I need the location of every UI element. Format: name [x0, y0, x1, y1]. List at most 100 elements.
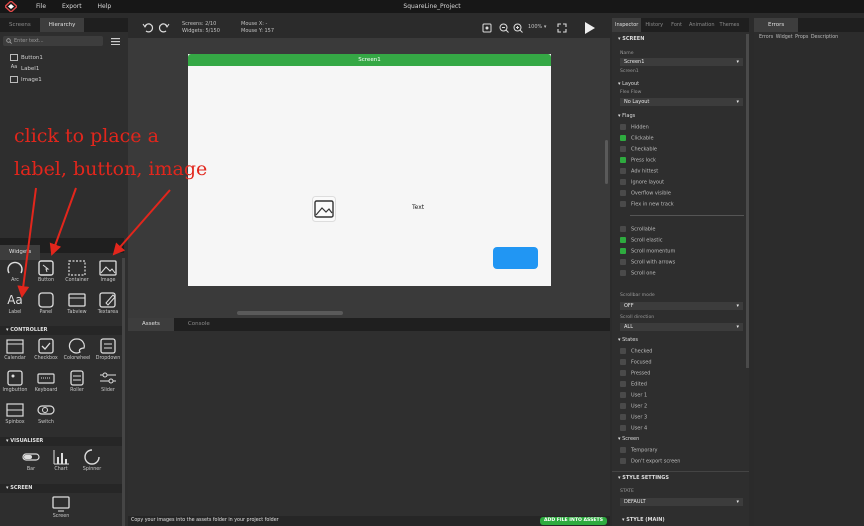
section-controller[interactable]: ▾ CONTROLLER: [0, 326, 124, 335]
zoom-dropdown[interactable]: 100% ▾: [528, 24, 546, 30]
hierarchy-search-input[interactable]: Enter text...: [3, 36, 103, 46]
checkbox-state[interactable]: [620, 381, 626, 387]
flag-ignore-layout[interactable]: Ignore layout: [620, 179, 664, 186]
widget-bar[interactable]: Bar: [16, 449, 46, 477]
style-settings-head[interactable]: ▾ STYLE SETTINGS: [618, 475, 669, 481]
checkbox-state[interactable]: [620, 414, 626, 420]
state-focused[interactable]: Focused: [620, 359, 652, 366]
widget-keyboard[interactable]: Keyboard: [31, 370, 61, 398]
state-user3[interactable]: User 3: [620, 414, 647, 421]
canvas-v-scrollbar[interactable]: [605, 140, 608, 184]
widget-checkbox[interactable]: Checkbox: [31, 338, 61, 366]
tab-history[interactable]: History: [641, 18, 667, 32]
tab-errors[interactable]: Errors: [754, 18, 799, 32]
state-select[interactable]: DEFAULT: [620, 498, 743, 506]
redo-icon[interactable]: [158, 22, 170, 33]
widget-spinbox[interactable]: Spinbox: [0, 402, 30, 430]
widget-slider[interactable]: Slider: [93, 370, 123, 398]
fit-screen-icon[interactable]: [557, 23, 567, 33]
section-screen[interactable]: ▾ SCREEN: [0, 484, 124, 493]
checkbox-ignore-layout[interactable]: [620, 179, 626, 185]
flags-head[interactable]: ▾ Flags: [618, 113, 635, 119]
tab-widgets[interactable]: Widgets: [0, 245, 41, 260]
flex-flow-select[interactable]: No Layout: [620, 98, 743, 106]
tab-console[interactable]: Console: [174, 318, 224, 331]
canvas-label-widget[interactable]: Text: [412, 204, 424, 211]
zoom-in-icon[interactable]: [513, 23, 523, 33]
checkbox-temporary[interactable]: [620, 447, 626, 453]
widget-arc[interactable]: Arc: [0, 260, 30, 288]
widget-switch[interactable]: Switch: [31, 402, 61, 430]
checkbox-scroll-arrows[interactable]: [620, 259, 626, 265]
flag-scroll-one[interactable]: Scroll one: [620, 270, 656, 277]
checkbox-scroll-elastic[interactable]: [620, 237, 626, 243]
style-main-head[interactable]: ▾ STYLE (MAIN): [622, 517, 665, 523]
flag-checkable[interactable]: Checkable: [620, 146, 657, 153]
list-menu-icon[interactable]: [111, 38, 120, 45]
states-head[interactable]: ▾ States: [618, 337, 638, 343]
widget-calendar[interactable]: Calendar: [0, 338, 30, 366]
scroll-direction-select[interactable]: ALL: [620, 323, 743, 331]
checkbox-checkable[interactable]: [620, 146, 626, 152]
undo-icon[interactable]: [142, 22, 154, 33]
checkbox-state[interactable]: [620, 403, 626, 409]
widget-button[interactable]: Button: [31, 260, 61, 288]
flag-press-lock[interactable]: Press lock: [620, 157, 656, 164]
screen-title-bar[interactable]: Screen1: [188, 54, 551, 66]
flag-scroll-momentum[interactable]: Scroll momentum: [620, 248, 675, 255]
checkbox-scroll-momentum[interactable]: [620, 248, 626, 254]
play-icon[interactable]: [584, 22, 595, 34]
screenshot-icon[interactable]: [482, 23, 492, 33]
screen-sub-head[interactable]: ▾ Screen: [618, 436, 639, 442]
checkbox-state[interactable]: [620, 392, 626, 398]
canvas-button-widget[interactable]: [493, 247, 538, 269]
state-pressed[interactable]: Pressed: [620, 370, 650, 377]
widget-container[interactable]: Container: [62, 260, 92, 288]
widget-imgbutton[interactable]: Imgbutton: [0, 370, 30, 398]
state-user2[interactable]: User 2: [620, 403, 647, 410]
canvas-h-scrollbar[interactable]: [237, 311, 343, 315]
checkbox-state[interactable]: [620, 425, 626, 431]
checkbox-hidden[interactable]: [620, 124, 626, 130]
screen-section-head[interactable]: ▾ SCREEN: [618, 36, 644, 42]
tab-themes[interactable]: Themes: [718, 18, 742, 32]
layout-head[interactable]: ▾ Layout: [618, 81, 639, 87]
flag-adv-hittest[interactable]: Adv hittest: [620, 168, 658, 175]
tab-assets[interactable]: Assets: [128, 318, 174, 331]
scrollbar-mode-select[interactable]: OFF: [620, 302, 743, 310]
checkbox-clickable[interactable]: [620, 135, 626, 141]
widget-screen[interactable]: Screen: [46, 496, 76, 524]
inspector-scrollbar[interactable]: [746, 34, 749, 368]
opt-temporary[interactable]: Temporary: [620, 447, 658, 454]
checkbox-scrollable[interactable]: [620, 226, 626, 232]
flag-scroll-arrows[interactable]: Scroll with arrows: [620, 259, 675, 266]
checkbox-dont-export[interactable]: [620, 458, 626, 464]
widget-colorwheel[interactable]: Colorwheel: [62, 338, 92, 366]
flag-hidden[interactable]: Hidden: [620, 124, 649, 131]
tab-inspector[interactable]: Inspector: [612, 18, 642, 32]
flag-scroll-elastic[interactable]: Scroll elastic: [620, 237, 663, 244]
flag-clickable[interactable]: Clickable: [620, 135, 654, 142]
canvas-image-widget[interactable]: [312, 196, 336, 222]
checkbox-flex-new-track[interactable]: [620, 201, 626, 207]
tab-animation[interactable]: Animation: [686, 18, 718, 32]
widget-dropdown[interactable]: Dropdown: [93, 338, 123, 366]
opt-dont-export[interactable]: Don't export screen: [620, 458, 680, 465]
checkbox-state[interactable]: [620, 370, 626, 376]
widget-label[interactable]: Aa Label: [0, 292, 30, 320]
checkbox-press-lock[interactable]: [620, 157, 626, 163]
section-visualiser[interactable]: ▾ VISUALISER: [0, 437, 124, 446]
checkbox-state[interactable]: [620, 348, 626, 354]
widget-roller[interactable]: Roller: [62, 370, 92, 398]
state-checked[interactable]: Checked: [620, 348, 652, 355]
zoom-out-icon[interactable]: [499, 23, 509, 33]
flag-flex-new-track[interactable]: Flex in new track: [620, 201, 674, 208]
checkbox-overflow-visible[interactable]: [620, 190, 626, 196]
add-file-into-assets-button[interactable]: ADD FILE INTO ASSETS: [539, 517, 607, 525]
widget-spinner[interactable]: Spinner: [77, 449, 107, 477]
state-edited[interactable]: Edited: [620, 381, 647, 388]
widget-image[interactable]: Image: [93, 260, 123, 288]
tab-font[interactable]: Font: [667, 18, 686, 32]
tab-hierarchy[interactable]: Hierarchy: [39, 18, 85, 32]
state-user1[interactable]: User 1: [620, 392, 647, 399]
